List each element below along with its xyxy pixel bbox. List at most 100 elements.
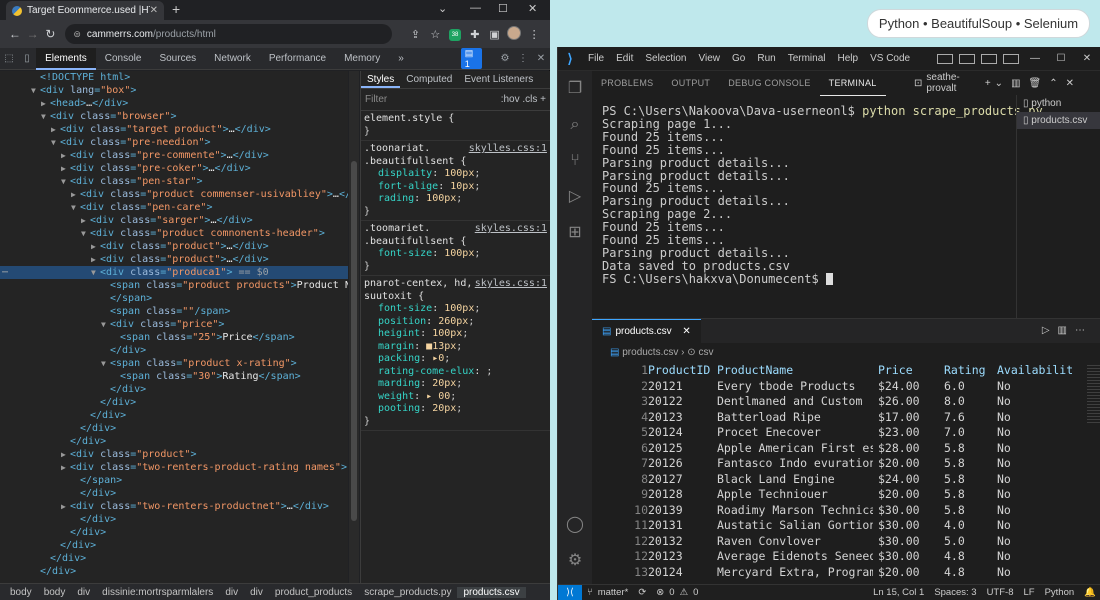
menu-vscode[interactable]: VS Code [864, 53, 916, 64]
breadcrumb-item[interactable]: products.csv [457, 586, 526, 598]
dom-node-line[interactable]: </div> [0, 383, 348, 396]
terminal-list-item-python[interactable]: ▯ python [1017, 95, 1100, 112]
dom-node-line[interactable]: ▶ <div class="two-renters-product-rating … [0, 461, 348, 474]
csv-row[interactable]: 6 20125 Apple American First es $28.00 5.8 No [592, 441, 1072, 457]
csv-content[interactable]: 1 ProductID ProductName Price Rating Availabi… [592, 363, 1072, 585]
breadcrumb-item[interactable]: div [244, 587, 269, 598]
dom-node-line[interactable]: ▼ <div class="price"> [0, 318, 348, 331]
tab-styles[interactable]: Styles [361, 71, 401, 88]
terminal-cursor[interactable] [825, 272, 833, 285]
accounts-icon[interactable]: ◯ [558, 507, 592, 543]
expand-triangle-icon[interactable]: ▼ [101, 357, 110, 370]
csv-row[interactable]: 9 20128 Apple Techniouer $20.00 5.8 No [592, 487, 1072, 503]
elements-dom-tree[interactable]: <!DOCTYPE html> ▼ <div lang="box"> ▶ <head>…… [0, 71, 348, 583]
collapse-triangle-icon[interactable]: ▶ [71, 188, 80, 201]
expand-triangle-icon[interactable]: ▼ [81, 227, 90, 240]
run-file-icon[interactable]: ▷ [1042, 325, 1058, 336]
breadcrumb-item[interactable]: body [38, 587, 72, 598]
reload-icon[interactable]: ↻ [42, 27, 60, 41]
breadcrumb-item[interactable]: div [71, 587, 96, 598]
dom-node-line[interactable]: ▼ <div class="pen-star"> [0, 175, 348, 188]
extensions-puzzle-icon[interactable]: ✚ [465, 28, 485, 41]
minimap[interactable] [1087, 365, 1100, 425]
devtools-kebab-icon[interactable]: ⋮ [514, 53, 532, 64]
more-actions-icon[interactable]: ⋯ [2, 266, 8, 279]
terminal-list-item-products[interactable]: ▯ products.csv [1017, 112, 1100, 129]
css-declaration[interactable]: displaity: 100px; [364, 168, 547, 181]
expand-triangle-icon[interactable]: ▼ [101, 318, 110, 331]
vscode-minimize-icon[interactable]: — [1022, 53, 1048, 64]
tab-terminal[interactable]: TERMINAL [819, 71, 886, 96]
collapse-triangle-icon[interactable]: ▶ [61, 448, 70, 461]
expand-triangle-icon[interactable]: ▼ [71, 201, 80, 214]
menu-file[interactable]: File [582, 53, 610, 64]
collapse-triangle-icon[interactable]: ▶ [61, 149, 70, 162]
css-declaration[interactable]: fort-alige: 10px; [364, 181, 547, 194]
csv-header-row[interactable]: 1 ProductID ProductName Price Rating Availabi… [592, 363, 1072, 379]
close-window-icon[interactable]: ✕ [528, 2, 537, 15]
dom-node-line[interactable]: </div> [0, 526, 348, 539]
css-declaration[interactable]: margin: ■13px; [364, 341, 547, 354]
dom-node-line[interactable]: <span class=""/span> [0, 305, 348, 318]
dom-node-line[interactable]: ▼ <div class="pre-needion"> [0, 136, 348, 149]
issues-badge[interactable]: ▤ 1 [460, 48, 482, 69]
dom-node-line[interactable]: <span class="25">Price</span> [0, 331, 348, 344]
stylesheet-link[interactable]: skyles.css:1 [475, 223, 547, 236]
url-field[interactable]: ⊜ cammerrs.com /products/html [65, 24, 392, 44]
css-declaration[interactable]: position: 260px; [364, 316, 547, 329]
status-branch[interactable]: matter* [598, 587, 634, 598]
dom-node-line[interactable]: </div> [0, 513, 348, 526]
dom-node-line[interactable]: </div> [0, 409, 348, 422]
collapse-triangle-icon[interactable]: ▶ [41, 97, 50, 110]
css-rule[interactable]: pnarot-centex, hd, suutoxit {skyles.css:… [361, 276, 550, 431]
share-icon[interactable]: ⇪ [406, 28, 426, 41]
expand-triangle-icon[interactable]: ▼ [51, 136, 60, 149]
dom-node-line[interactable]: ▶ <div class="product commenser-usivablie… [0, 188, 348, 201]
collapse-triangle-icon[interactable]: ▶ [81, 214, 90, 227]
tab-network[interactable]: Network [205, 48, 260, 70]
tab-performance[interactable]: Performance [260, 48, 335, 70]
maximize-icon[interactable]: ☐ [498, 2, 508, 15]
css-rule[interactable]: .toonariat. .beautifullsent {skylles.css… [361, 141, 550, 221]
breadcrumb-item[interactable]: body [4, 587, 38, 598]
collapse-triangle-icon[interactable]: ▶ [61, 500, 70, 513]
collapse-triangle-icon[interactable]: ▶ [91, 253, 100, 266]
chevron-down-icon[interactable]: ⌄ [438, 2, 447, 15]
csv-row[interactable]: 8 20127 Black Land Engine $24.00 5.8 No [592, 472, 1072, 488]
side-panel-icon[interactable]: ▣ [485, 28, 505, 41]
expand-triangle-icon[interactable]: ▼ [61, 175, 70, 188]
terminal-name[interactable]: seathe-provalt [926, 72, 976, 94]
editor-more-icon[interactable]: ⋯ [1075, 325, 1093, 336]
close-devtools-icon[interactable]: ✕ [532, 53, 550, 64]
dom-node-line[interactable]: <span class="product products">Product N… [0, 279, 348, 292]
tab-output[interactable]: OUTPUT [662, 71, 719, 95]
dom-tree-scrollbar[interactable] [349, 71, 359, 583]
more-tabs-button[interactable]: » [389, 48, 413, 70]
menu-terminal[interactable]: Terminal [782, 53, 832, 64]
breadcrumb-file[interactable]: products.csv [622, 347, 678, 358]
warnings-icon[interactable]: ⚠ [675, 587, 694, 598]
csv-row[interactable]: 5 20124 Procet Enecover $23.00 7.0 No [592, 425, 1072, 441]
menu-kebab-icon[interactable]: ⋮ [524, 28, 544, 41]
css-declaration[interactable]: rading: 100px; [364, 193, 547, 206]
dom-node-line[interactable]: </div> [0, 487, 348, 500]
customize-layout-icon[interactable] [1003, 53, 1019, 64]
collapse-triangle-icon[interactable]: ▶ [91, 240, 100, 253]
breadcrumb-item[interactable]: div [219, 587, 244, 598]
csv-row[interactable]: 2 20121 Every tbode Products $24.00 6.0 No [592, 379, 1072, 395]
menu-selection[interactable]: Selection [639, 53, 692, 64]
dom-node-line[interactable]: ▶ <div class="product">…</div> [0, 253, 348, 266]
tab-debug-console[interactable]: DEBUG CONSOLE [719, 71, 819, 95]
sidebar-toggle-icon[interactable] [981, 53, 997, 64]
dom-node-line[interactable]: ▶ <div class="product"> [0, 448, 348, 461]
editor-tab-products-csv[interactable]: ▤ products.csv ✕ [592, 319, 701, 343]
split-terminal-icon[interactable]: ▥ [1011, 78, 1020, 89]
dom-node-line[interactable]: </div> [0, 422, 348, 435]
dom-node-line[interactable]: </span> [0, 292, 348, 305]
tab-memory[interactable]: Memory [335, 48, 389, 70]
menu-go[interactable]: Go [726, 53, 751, 64]
source-control-icon[interactable]: ⑂ [558, 143, 592, 179]
css-rule[interactable]: element.style {} [361, 111, 550, 141]
csv-row[interactable]: 12 20132 Raven Convlover $30.00 5.0 No [592, 534, 1072, 550]
dom-node-line[interactable]: ▼ <div class="browser"> [0, 110, 348, 123]
